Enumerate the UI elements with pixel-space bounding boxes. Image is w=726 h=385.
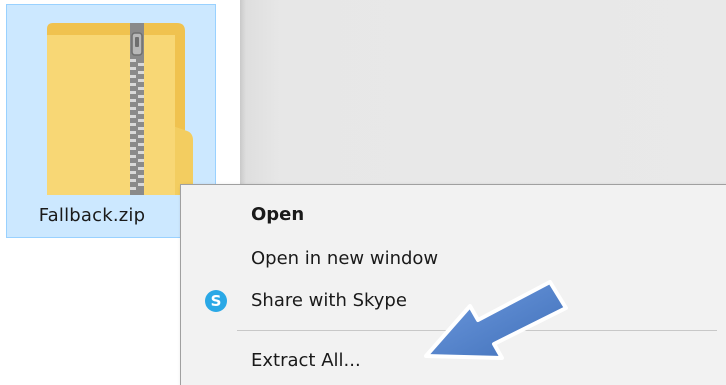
menu-item-extract-all[interactable]: Extract All... [181, 341, 721, 381]
context-menu: Open Open in new window S Share with Sky… [180, 184, 726, 385]
file-name-label: Fallback.zip [38, 205, 146, 226]
menu-item-share-with-skype[interactable]: S Share with Skype [181, 281, 721, 321]
file-explorer-view: Fallback.zip Open Open in new window S S… [0, 0, 726, 385]
skype-icon: S [205, 290, 227, 312]
menu-item-open-in-new-window[interactable]: Open in new window [181, 239, 721, 279]
explorer-content-area [240, 0, 726, 185]
zip-folder-icon [47, 23, 193, 195]
menu-item-label: Open in new window [251, 248, 439, 269]
menu-item-label: Extract All... [251, 350, 361, 371]
menu-item-open[interactable]: Open [181, 195, 721, 235]
menu-item-label: Share with Skype [251, 290, 407, 311]
menu-separator [237, 330, 717, 331]
menu-item-label: Open [251, 204, 305, 225]
